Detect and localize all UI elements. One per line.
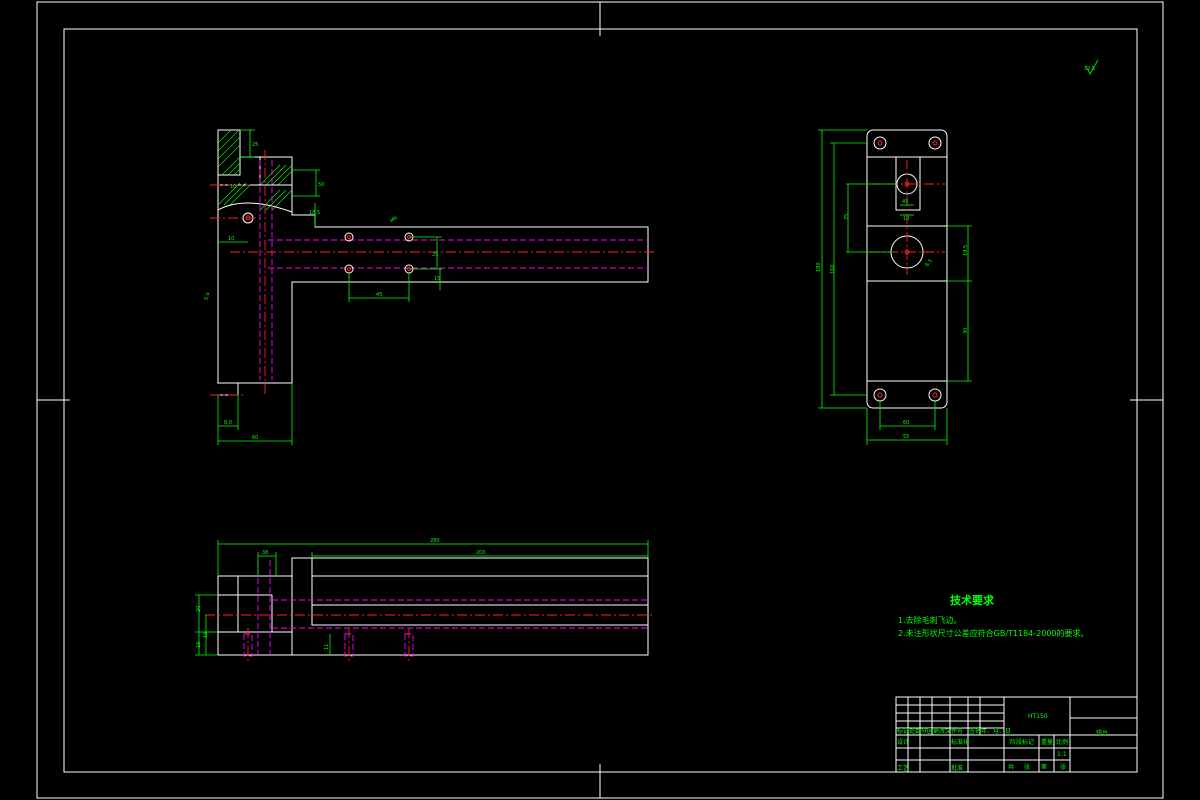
- front-view: 280 38 200 20 16 16 11: [195, 538, 655, 662]
- title-block: 标记 处数 分区 更改文件号 签名 年、月、日 设计 标准化 工艺 批准 HT1…: [895, 696, 1138, 773]
- svg-text:设计: 设计: [897, 738, 909, 746]
- svg-text:5.4: 5.4: [203, 292, 211, 302]
- svg-text:8.0: 8.0: [224, 420, 232, 426]
- svg-text:15: 15: [434, 276, 440, 282]
- svg-text:180: 180: [816, 262, 822, 272]
- svg-text:10: 10: [230, 184, 236, 190]
- svg-text:25: 25: [432, 252, 438, 258]
- technical-requirements: 技术要求 1.去除毛刺飞边。 2.未注形状尺寸公差应符合GB/T1184-200…: [898, 593, 1089, 638]
- tech-req-item-2: 2.未注形状尺寸公差应符合GB/T1184-2000的要求。: [898, 628, 1089, 638]
- svg-text:20: 20: [196, 606, 202, 612]
- svg-text:张: 张: [1060, 763, 1066, 771]
- svg-text:分区: 分区: [921, 727, 933, 735]
- top-view-dimensions: 25 50 10 18.5 M6 10 25 15 45 5.4 60 8.0: [203, 129, 442, 445]
- part-name: 钳台: [1096, 729, 1108, 737]
- svg-text:18.5: 18.5: [309, 210, 320, 216]
- front-view-dimensions: 280 38 200 20 16 16 11: [195, 538, 649, 656]
- svg-text:45: 45: [376, 292, 382, 298]
- svg-text:批准: 批准: [951, 764, 963, 772]
- svg-text:10: 10: [228, 236, 234, 242]
- svg-text:19.5: 19.5: [963, 245, 969, 256]
- svg-text:200: 200: [476, 550, 486, 556]
- top-view-holes: [344, 232, 414, 274]
- roughness-symbol: 12.5: [1084, 59, 1099, 75]
- svg-text:8.5: 8.5: [924, 258, 934, 268]
- svg-text:25: 25: [252, 142, 258, 148]
- inner-drawing-frame: [63, 28, 1138, 773]
- svg-text:第: 第: [1041, 763, 1047, 771]
- svg-text:55: 55: [903, 434, 909, 440]
- side-view: 180 160 75 45 10 8.5 19.5 30 60 55: [816, 129, 972, 445]
- svg-text:张: 张: [1024, 763, 1030, 771]
- svg-text:50: 50: [318, 182, 324, 188]
- svg-text:16: 16: [196, 642, 202, 648]
- top-view: 25 50 10 18.5 M6 10 25 15 45 5.4 60 8.0: [203, 129, 655, 445]
- svg-text:30: 30: [963, 328, 969, 334]
- svg-text:11: 11: [324, 644, 330, 650]
- roughness-value: 12.5: [1084, 66, 1095, 72]
- svg-text:280: 280: [430, 538, 440, 544]
- tech-req-item-1: 1.去除毛刺飞边。: [898, 615, 962, 625]
- svg-text:更改文件号: 更改文件号: [933, 727, 963, 735]
- svg-text:阶段标记: 阶段标记: [1010, 738, 1034, 746]
- side-view-dimensions: 180 160 75 45 10 8.5 19.5 30 60 55: [816, 129, 972, 445]
- svg-text:比例: 比例: [1056, 738, 1068, 746]
- svg-text:75: 75: [844, 214, 850, 220]
- svg-text:重量: 重量: [1041, 738, 1053, 746]
- outer-sheet-border: [36, 1, 1164, 799]
- svg-text:处数: 处数: [909, 727, 921, 735]
- svg-text:标记: 标记: [897, 727, 909, 735]
- svg-text:45: 45: [902, 199, 908, 205]
- svg-text:10: 10: [903, 216, 909, 222]
- svg-text:标准化: 标准化: [951, 738, 969, 746]
- svg-text:M6: M6: [389, 215, 399, 224]
- material-label: HT150: [1028, 713, 1048, 720]
- svg-text:38: 38: [262, 550, 268, 556]
- cad-drawing-canvas: 12.5 25 50 10 18.5 M6 10 25 15 45 5.4 60…: [36, 1, 1164, 799]
- svg-text:16: 16: [203, 632, 209, 638]
- svg-text:160: 160: [830, 264, 836, 274]
- svg-text:共: 共: [1008, 763, 1014, 771]
- svg-text:年、月、日: 年、月、日: [981, 727, 1011, 735]
- svg-text:1:1: 1:1: [1057, 751, 1067, 758]
- svg-text:60: 60: [903, 420, 909, 426]
- svg-text:签名: 签名: [969, 727, 981, 735]
- tech-req-heading: 技术要求: [950, 593, 995, 607]
- svg-text:60: 60: [252, 435, 258, 441]
- svg-text:工艺: 工艺: [897, 764, 909, 772]
